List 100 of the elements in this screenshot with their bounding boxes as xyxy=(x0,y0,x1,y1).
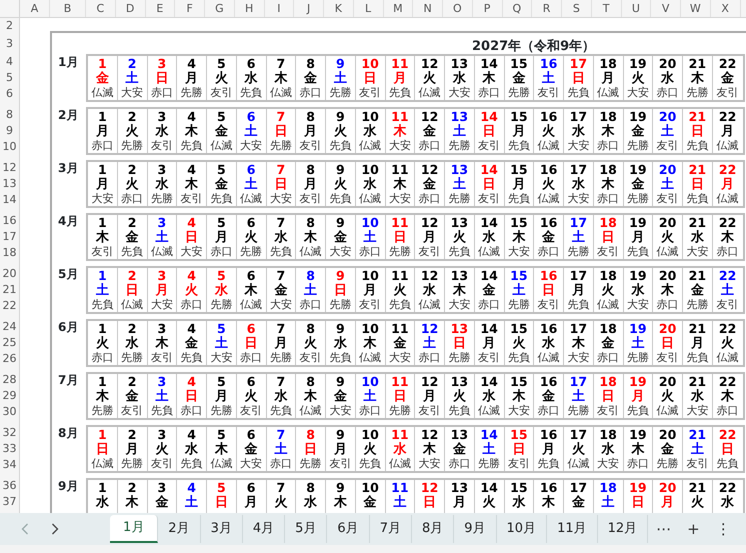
column-header[interactable]: W xyxy=(681,0,711,17)
column-header[interactable]: M xyxy=(384,0,414,17)
sheet-tab[interactable]: 8月 xyxy=(412,515,454,543)
row-header[interactable]: 3 xyxy=(0,33,19,54)
row-header[interactable]: 9 xyxy=(0,123,19,139)
row-header[interactable]: 20 xyxy=(0,266,19,282)
rokuyo-label: 仏滅 xyxy=(596,298,620,312)
row-header[interactable]: 12 xyxy=(0,160,19,176)
column-header[interactable]: U xyxy=(622,0,652,17)
sheet-tab[interactable]: 3月 xyxy=(200,515,243,543)
weekday-label: 金 xyxy=(332,389,348,404)
column-header[interactable]: N xyxy=(413,0,443,17)
row-header[interactable]: 17 xyxy=(0,229,19,245)
day-number: 12 xyxy=(420,162,440,177)
weekday-label: 金 xyxy=(570,495,586,510)
row-header[interactable]: 4 xyxy=(0,54,19,70)
column-header[interactable]: A xyxy=(20,0,50,17)
weekday-label: 火 xyxy=(244,389,259,404)
row-header[interactable]: 5 xyxy=(0,70,19,86)
sheet-tab[interactable]: 2月 xyxy=(158,515,201,543)
sheet-tab[interactable]: 10月 xyxy=(496,515,548,543)
day-number: 15 xyxy=(509,215,529,230)
row-header[interactable]: 32 xyxy=(0,425,19,441)
rokuyo-label: 赤口 xyxy=(268,457,293,471)
sheet-tab[interactable]: 6月 xyxy=(327,515,370,543)
column-header[interactable]: C xyxy=(86,0,116,17)
weekday-label: 月 xyxy=(690,336,705,351)
column-header[interactable]: D xyxy=(116,0,146,17)
day-number: 22 xyxy=(718,215,738,230)
day-number: 8 xyxy=(305,162,316,177)
weekday-label: 土 xyxy=(690,442,705,457)
column-header[interactable]: L xyxy=(354,0,384,17)
add-sheet-button[interactable]: + xyxy=(679,515,708,543)
day-number: 16 xyxy=(538,109,558,124)
row-header[interactable]: 22 xyxy=(0,298,19,314)
more-tabs-button[interactable]: ⋯ xyxy=(648,515,680,543)
row-header[interactable]: 18 xyxy=(0,245,19,261)
column-header[interactable]: G xyxy=(205,0,235,17)
sheet-tab[interactable]: 7月 xyxy=(370,515,412,543)
row-header[interactable]: 8 xyxy=(0,107,19,123)
column-header[interactable]: B xyxy=(50,0,86,17)
rokuyo-label: 赤口 xyxy=(358,245,382,259)
column-header[interactable]: P xyxy=(472,0,502,17)
row-header[interactable]: 21 xyxy=(0,282,19,298)
column-header[interactable]: V xyxy=(651,0,681,17)
day-number: 13 xyxy=(450,268,470,283)
sheet-options-button[interactable]: ⋮ xyxy=(708,515,739,543)
row-header[interactable]: 26 xyxy=(0,351,19,367)
row-header[interactable]: 28 xyxy=(0,372,19,388)
day-number: 3 xyxy=(156,321,168,336)
day-number: 8 xyxy=(305,268,316,283)
weekday-label: 火 xyxy=(124,177,140,192)
weekday-label: 木 xyxy=(184,177,200,192)
weekday-label: 水 xyxy=(273,230,288,245)
row-header[interactable]: 37 xyxy=(0,494,19,510)
weekday-label: 木 xyxy=(570,336,586,351)
row-header[interactable]: 29 xyxy=(0,388,19,404)
column-header[interactable]: O xyxy=(443,0,473,17)
rokuyo-label: 友引 xyxy=(328,457,352,471)
row-header[interactable]: 14 xyxy=(0,192,19,208)
day-number: 22 xyxy=(718,109,738,124)
column-header[interactable]: R xyxy=(532,0,562,17)
column-header[interactable]: S xyxy=(562,0,592,17)
rokuyo-label: 大安 xyxy=(268,298,293,312)
row-header[interactable]: 2 xyxy=(0,18,19,33)
sheet-tab[interactable]: 9月 xyxy=(454,515,497,543)
rokuyo-label: 友引 xyxy=(298,192,323,206)
row-header[interactable]: 36 xyxy=(0,478,19,494)
column-header[interactable]: T xyxy=(592,0,622,17)
column-header[interactable]: Q xyxy=(502,0,532,17)
row-header[interactable]: 25 xyxy=(0,335,19,351)
sheet-tab[interactable]: 4月 xyxy=(242,515,286,543)
weekday-label: 水 xyxy=(362,177,378,192)
rokuyo-label: 大安 xyxy=(447,298,472,312)
day-number: 16 xyxy=(538,162,558,177)
sheet-tab[interactable]: 5月 xyxy=(285,515,328,543)
row-header[interactable]: 30 xyxy=(0,404,19,420)
row-header[interactable]: 13 xyxy=(0,176,19,192)
rokuyo-label: 友引 xyxy=(656,192,680,206)
row-header[interactable]: 16 xyxy=(0,213,19,229)
weekday-label: 月 xyxy=(303,124,318,139)
column-header[interactable]: K xyxy=(324,0,354,17)
sheet-tab[interactable]: 12月 xyxy=(598,515,648,543)
column-header[interactable]: F xyxy=(175,0,205,17)
sheet-tab[interactable]: 1月 xyxy=(110,515,158,543)
row-header[interactable]: 6 xyxy=(0,86,19,102)
column-header[interactable]: X xyxy=(710,0,740,17)
column-header[interactable]: H xyxy=(234,0,264,17)
column-header[interactable]: E xyxy=(146,0,176,17)
row-header[interactable]: 10 xyxy=(0,139,19,155)
row-header[interactable]: 33 xyxy=(0,441,19,457)
weekday-label: 火 xyxy=(244,230,259,245)
row-header[interactable]: 34 xyxy=(0,457,19,473)
column-header[interactable]: J xyxy=(294,0,324,17)
day-number: 2 xyxy=(126,162,138,177)
day-number: 6 xyxy=(246,268,256,283)
row-header[interactable]: 24 xyxy=(0,319,19,335)
sheet-tab[interactable]: 11月 xyxy=(547,515,598,543)
column-header[interactable]: I xyxy=(264,0,294,17)
weekday-label: 金 xyxy=(600,336,616,351)
